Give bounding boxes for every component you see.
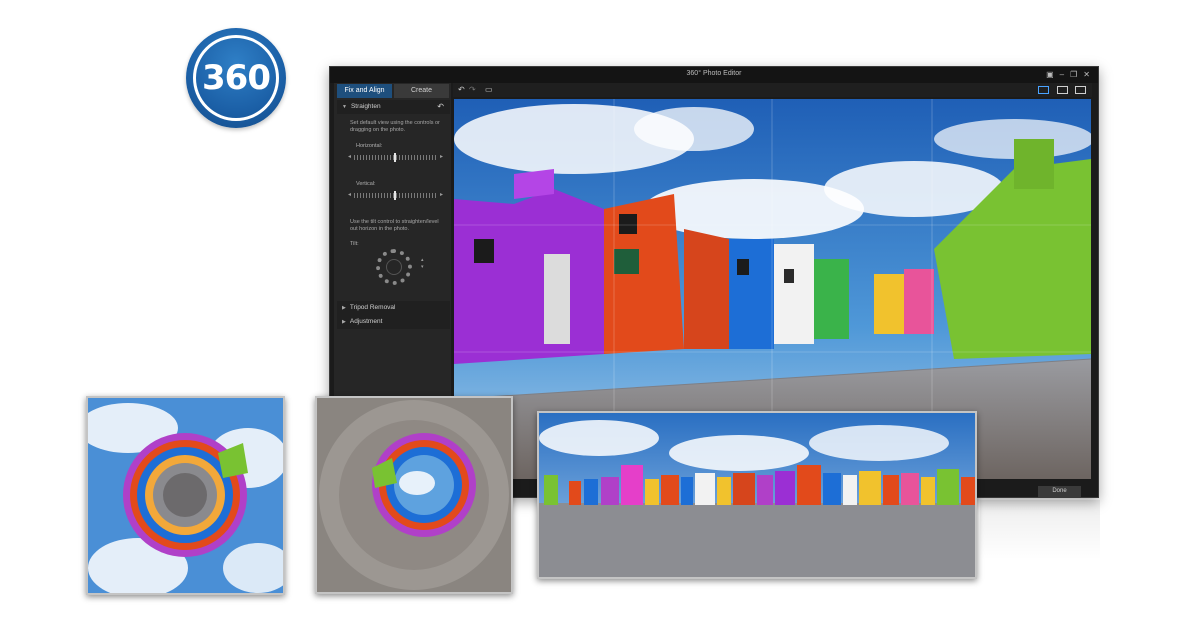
minimize-icon[interactable]: – — [1060, 69, 1064, 80]
compare-view-icon[interactable] — [1075, 86, 1086, 94]
tab-create[interactable]: Create — [394, 84, 449, 98]
section-adjustment-label: Adjustment — [349, 318, 383, 325]
tilt-label: Tilt: — [350, 241, 359, 247]
section-adjustment[interactable]: ▶ Adjustment — [337, 315, 450, 329]
section-tripod-removal-label: Tripod Removal — [349, 304, 396, 311]
restore-icon[interactable]: ▣ — [1046, 69, 1054, 80]
tunnel-view-thumbnail[interactable] — [315, 396, 513, 594]
straighten-instruction: Set default view using the controls or d… — [350, 120, 440, 133]
window-controls: ▣ – ❐ ✕ — [1046, 69, 1090, 80]
slider-left-arrow-icon[interactable]: ◂ — [348, 154, 351, 161]
tilt-stepper[interactable]: ▴ ▾ — [421, 257, 424, 271]
undo-icon[interactable]: ↶ — [458, 85, 465, 95]
expanded-arrow-icon: ▼ — [342, 104, 347, 110]
horizontal-slider[interactable]: ◂ ▸ — [348, 153, 443, 163]
little-planet-thumbnail[interactable] — [86, 396, 285, 595]
toolbar: ↶ ↷ ▭ — [453, 83, 1092, 97]
slider-knob[interactable] — [394, 153, 396, 162]
slider-right-arrow-icon[interactable]: ▸ — [440, 154, 443, 161]
tilt-instruction: Use the tilt control to straighten/level… — [350, 219, 439, 232]
panorama-view-icon[interactable]: ▭ — [485, 85, 493, 95]
panorama-image — [539, 413, 975, 577]
panorama-thumbnail[interactable] — [537, 411, 977, 579]
tilt-dial-center — [386, 259, 402, 275]
done-button[interactable]: Done — [1038, 486, 1081, 497]
grid-toggle-icon[interactable] — [1038, 86, 1049, 94]
title-bar: 360° Photo Editor ▣ – ❐ ✕ — [330, 67, 1098, 83]
redo-icon[interactable]: ↷ — [469, 85, 476, 95]
section-straighten-label: Straighten — [350, 103, 381, 110]
section-tripod-removal[interactable]: ▶ Tripod Removal — [337, 301, 450, 315]
window-title: 360° Photo Editor — [686, 70, 742, 77]
vertical-slider[interactable]: ◂ ▸ — [348, 191, 443, 201]
maximize-icon[interactable]: ❐ — [1070, 69, 1077, 80]
vertical-label: Vertical: — [356, 181, 376, 187]
horizontal-label: Horizontal: — [356, 143, 383, 149]
single-view-icon[interactable] — [1057, 86, 1068, 94]
slider-knob[interactable] — [394, 191, 396, 200]
tilt-dial[interactable] — [376, 249, 412, 285]
tunnel-view-image — [317, 398, 511, 592]
tab-fix-and-align[interactable]: Fix and Align — [337, 84, 392, 98]
reset-icon[interactable]: ↶ — [437, 100, 444, 114]
logo-text: 360 — [202, 58, 271, 98]
close-icon[interactable]: ✕ — [1083, 69, 1090, 80]
slider-right-arrow-icon[interactable]: ▸ — [440, 192, 443, 199]
collapsed-arrow-icon: ▶ — [342, 305, 346, 311]
collapsed-arrow-icon: ▶ — [342, 319, 346, 325]
section-straighten[interactable]: ▼ Straighten ↶ — [337, 100, 450, 114]
little-planet-image — [88, 398, 283, 593]
360-logo: 360 — [186, 28, 286, 128]
tab-bar: Fix and Align Create — [337, 84, 449, 98]
window-reflection — [980, 500, 1100, 560]
slider-left-arrow-icon[interactable]: ◂ — [348, 192, 351, 199]
